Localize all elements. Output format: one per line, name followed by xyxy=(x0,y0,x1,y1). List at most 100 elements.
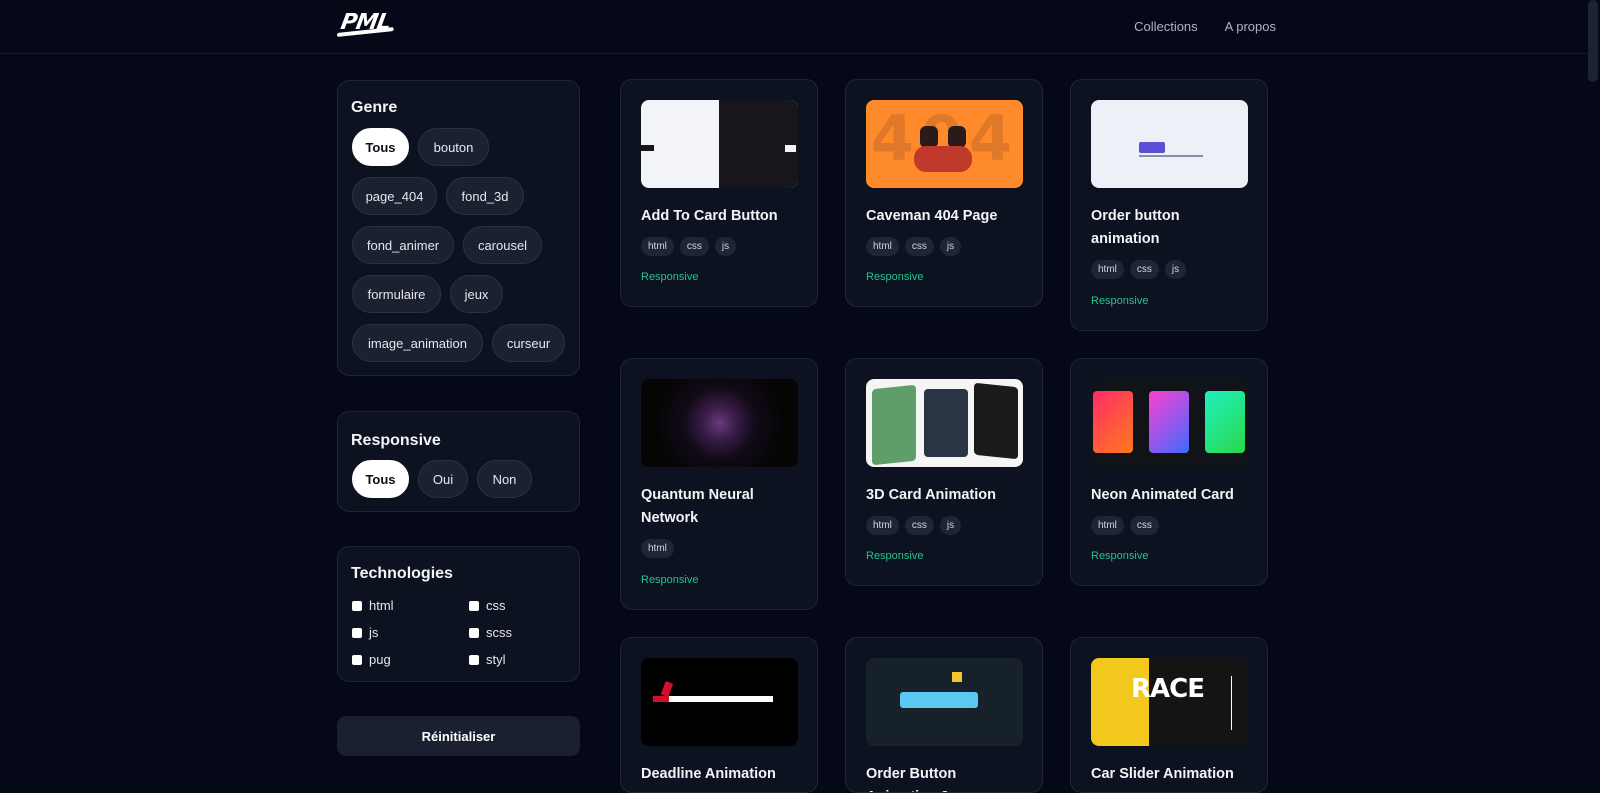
genre-pill-carousel[interactable]: carousel xyxy=(463,226,542,264)
checkbox-css[interactable]: css xyxy=(469,598,506,613)
card-thumbnail: 404 xyxy=(866,100,1023,188)
genre-title: Genre xyxy=(351,99,398,116)
responsive-pill-tous[interactable]: Tous xyxy=(352,460,409,498)
component-card[interactable]: Deadline Animation xyxy=(620,637,818,793)
genre-pill-curseur[interactable]: curseur xyxy=(492,324,565,362)
card-title: Deadline Animation xyxy=(641,766,776,782)
genre-pill-jeux[interactable]: jeux xyxy=(450,275,503,313)
brand-logo[interactable]: PML xyxy=(336,10,394,37)
tag-html: html xyxy=(641,237,674,256)
component-card[interactable]: RACE Car Slider Animation xyxy=(1070,637,1268,793)
thumb-card-dark xyxy=(924,389,968,457)
responsive-label: Responsive xyxy=(866,271,924,283)
tag-js: js xyxy=(939,237,962,256)
responsive-filter-panel: Responsive Tous Oui Non xyxy=(337,411,580,512)
nav-link-collections[interactable]: Collections xyxy=(1134,19,1198,34)
checkbox-box[interactable] xyxy=(352,600,362,611)
checkbox-html[interactable]: html xyxy=(352,598,394,613)
card-thumbnail xyxy=(641,379,798,467)
card-thumbnail xyxy=(641,658,798,746)
card-thumbnail xyxy=(866,379,1023,467)
card-title: Order button animation xyxy=(1091,208,1180,247)
tag-html: html xyxy=(1091,260,1124,279)
tag-css: css xyxy=(904,516,934,535)
thumb-neon-red xyxy=(1093,391,1133,453)
genre-pill-bouton[interactable]: bouton xyxy=(418,128,489,166)
page-scrollbar[interactable] xyxy=(1588,0,1598,82)
thumb-card-green xyxy=(872,384,916,466)
checkbox-pug[interactable]: pug xyxy=(352,652,391,667)
responsive-label: Responsive xyxy=(1091,295,1149,307)
tag-html: html xyxy=(641,539,674,558)
responsive-pill-oui[interactable]: Oui xyxy=(418,460,468,498)
checkbox-box[interactable] xyxy=(469,654,479,665)
reset-button[interactable]: Réinitialiser xyxy=(337,716,580,756)
checkbox-label: css xyxy=(486,598,506,613)
checkbox-box[interactable] xyxy=(352,627,362,638)
thumb-package xyxy=(952,672,962,682)
nav-link-a-propos[interactable]: A propos xyxy=(1225,19,1276,34)
card-title: Car Slider Animation xyxy=(1091,766,1234,782)
card-thumbnail xyxy=(1091,100,1248,188)
card-thumbnail xyxy=(1091,379,1248,467)
top-navbar: PML Collections A propos xyxy=(0,0,1600,54)
thumb-deadline-bar xyxy=(653,696,773,702)
component-card[interactable]: 3D Card Animation html css js Responsive xyxy=(845,358,1043,586)
genre-pill-formulaire[interactable]: formulaire xyxy=(352,275,441,313)
card-tags: html css js xyxy=(866,516,962,535)
card-title: Add To Card Button xyxy=(641,208,778,224)
genre-pill-tous[interactable]: Tous xyxy=(352,128,409,166)
technologies-filter-panel: Technologies html css js scss pug styl xyxy=(337,546,580,682)
checkbox-js[interactable]: js xyxy=(352,625,378,640)
thumb-card-black xyxy=(974,382,1018,460)
card-title: Order Button Animation 2 xyxy=(866,766,957,792)
tag-js: js xyxy=(939,516,962,535)
card-tags: html xyxy=(641,539,674,558)
component-card[interactable]: Quantum Neural Network html Responsive xyxy=(620,358,818,610)
checkbox-label: styl xyxy=(486,652,506,667)
checkbox-styl[interactable]: styl xyxy=(469,652,506,667)
card-title: Caveman 404 Page xyxy=(866,208,998,224)
tag-css: css xyxy=(1129,516,1159,535)
genre-pill-fond-3d[interactable]: fond_3d xyxy=(446,177,524,215)
card-tags: html css js xyxy=(1091,260,1187,279)
responsive-pill-non[interactable]: Non xyxy=(477,460,532,498)
thumb-grim-reaper xyxy=(660,681,674,697)
thumb-truck xyxy=(1139,142,1165,153)
checkbox-box[interactable] xyxy=(352,654,362,665)
responsive-label: Responsive xyxy=(641,574,699,586)
thumb-neon-green xyxy=(1205,391,1245,453)
thumb-dark-half xyxy=(719,100,798,188)
responsive-label: Responsive xyxy=(866,550,924,562)
card-thumbnail: RACE xyxy=(1091,658,1248,746)
card-tags: html css js xyxy=(641,237,737,256)
checkbox-box[interactable] xyxy=(469,627,479,638)
tag-js: js xyxy=(714,237,737,256)
card-tags: html css xyxy=(1091,516,1159,535)
main-nav: Collections A propos xyxy=(1134,19,1276,34)
card-thumbnail xyxy=(641,100,798,188)
component-card[interactable]: 404 Caveman 404 Page html css js Respons… xyxy=(845,79,1043,307)
thumb-box xyxy=(785,145,796,152)
tag-html: html xyxy=(866,237,899,256)
component-card[interactable]: Neon Animated Card html css Responsive xyxy=(1070,358,1268,586)
component-card[interactable]: Order Button Animation 2 xyxy=(845,637,1043,793)
genre-pill-page-404[interactable]: page_404 xyxy=(352,177,437,215)
thumb-neon-pink xyxy=(1149,391,1189,453)
checkbox-label: scss xyxy=(486,625,512,640)
card-thumbnail xyxy=(866,658,1023,746)
technologies-title: Technologies xyxy=(351,565,453,582)
thumb-race-text: RACE xyxy=(1131,674,1205,704)
tag-css: css xyxy=(1129,260,1159,279)
checkbox-scss[interactable]: scss xyxy=(469,625,512,640)
component-card[interactable]: Add To Card Button html css js Responsiv… xyxy=(620,79,818,307)
tag-html: html xyxy=(1091,516,1124,535)
checkbox-label: pug xyxy=(369,652,391,667)
genre-pill-fond-animer[interactable]: fond_animer xyxy=(352,226,454,264)
component-card[interactable]: Order button animation html css js Respo… xyxy=(1070,79,1268,331)
checkbox-box[interactable] xyxy=(469,600,479,611)
responsive-label: Responsive xyxy=(641,271,699,283)
checkbox-label: html xyxy=(369,598,394,613)
tag-html: html xyxy=(866,516,899,535)
genre-pill-image-animation[interactable]: image_animation xyxy=(352,324,483,362)
